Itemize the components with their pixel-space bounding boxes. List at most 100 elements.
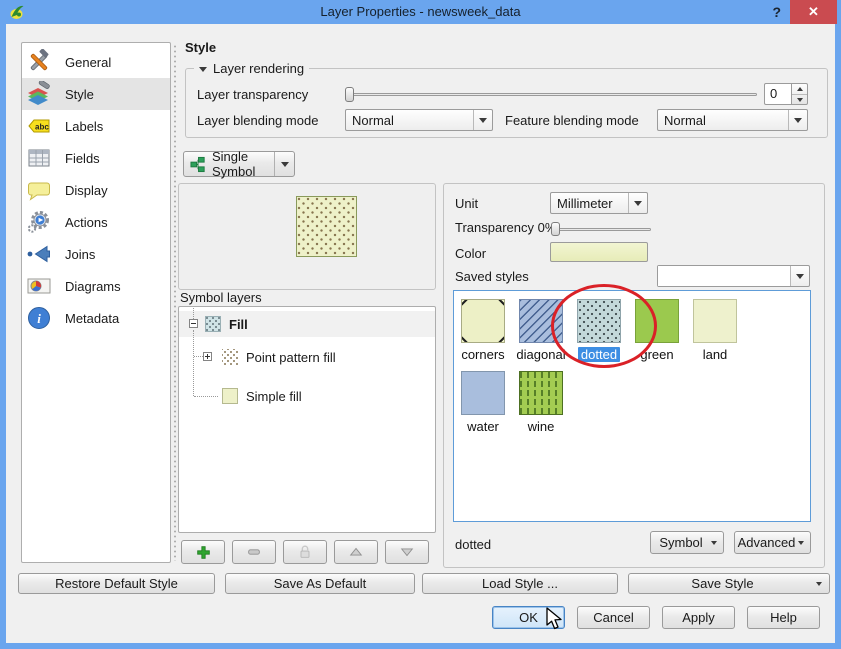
style-label-green[interactable]: green [628,347,686,362]
paintbrush-icon [28,81,50,105]
saved-styles-value [658,266,790,286]
unit-value: Millimeter [557,195,613,211]
tree-branch-line [194,356,203,357]
close-button[interactable]: ✕ [790,0,837,24]
tree-item-simple-fill[interactable]: Simple fill [246,389,302,404]
spin-down-icon [796,98,803,102]
tree-item-fill[interactable]: Fill [229,317,248,332]
sidebar-item-display[interactable]: Display [22,174,170,206]
gear-play-icon [27,211,49,233]
style-label-dotted[interactable]: dotted [570,347,628,362]
sidebar-item-actions[interactable]: Actions [22,206,170,238]
chevron-down-icon [473,110,492,130]
sidebar-item-label: Fields [65,150,100,166]
chevron-down-icon [790,266,809,286]
tree-item-point-pattern-fill[interactable]: Point pattern fill [246,350,336,365]
layer-blending-select[interactable]: Normal [345,109,493,131]
style-label-water[interactable]: water [454,419,512,434]
single-symbol-icon [190,156,205,172]
lock-symbol-layer-button[interactable] [283,540,327,564]
diagram-icon [27,278,51,294]
move-up-button[interactable] [334,540,378,564]
sidebar-item-label: Metadata [65,310,120,326]
style-swatch-water[interactable] [461,371,505,415]
sidebar-item-metadata[interactable]: i Metadata [22,302,170,334]
spin-down-button[interactable] [792,95,807,105]
spin-up-icon [796,87,803,91]
svg-text:abc: abc [35,123,49,132]
window-title: Layer Properties - newsweek_data [320,4,521,19]
unit-select[interactable]: Millimeter [550,192,648,214]
symbol-transparency-slider[interactable] [551,228,651,231]
tree-branch-line [193,308,194,319]
symbol-menu-button[interactable]: Symbol [650,531,724,554]
chevron-down-icon [816,581,822,586]
layer-transparency-slider[interactable] [345,93,757,96]
restore-default-style-button[interactable]: Restore Default Style [18,573,215,594]
saved-styles-select[interactable] [657,265,810,287]
save-style-label: Save Style [691,576,754,591]
feature-blending-label: Feature blending mode [505,113,639,128]
style-label-land[interactable]: land [686,347,744,362]
style-swatch-corners[interactable] [461,299,505,343]
style-label-wine[interactable]: wine [512,419,570,434]
style-swatch-dotted[interactable] [577,299,621,343]
spin-up-button[interactable] [792,84,807,95]
save-as-default-button[interactable]: Save As Default [225,573,415,594]
feature-blending-select[interactable]: Normal [657,109,808,131]
save-style-button[interactable]: Save Style [628,573,830,594]
sidebar-item-general[interactable]: General [22,46,170,78]
layer-blending-label: Layer blending mode [197,113,319,128]
sidebar-item-label: Diagrams [65,278,121,294]
renderer-select-button[interactable]: Single Symbol [183,149,295,179]
style-swatch-diagonal[interactable] [519,299,563,343]
unit-label: Unit [455,196,479,211]
chevron-down-icon [788,110,807,130]
sidebar: General Style abc Labels Fields Display … [21,42,171,563]
tree-branch-line [194,396,218,397]
color-picker-button[interactable] [550,242,648,262]
style-label-diagonal[interactable]: diagonal [512,347,570,362]
advanced-menu-button[interactable]: Advanced [734,531,811,554]
tree-collapse-expander[interactable] [189,319,198,328]
cancel-button[interactable]: Cancel [577,606,650,629]
sidebar-item-labels[interactable]: abc Labels [22,110,170,142]
style-swatch-wine[interactable] [519,371,563,415]
layer-transparency-slider-handle[interactable] [345,87,354,102]
sidebar-item-label: Style [65,86,94,102]
style-swatch-green[interactable] [635,299,679,343]
move-down-button[interactable] [385,540,429,564]
triangle-up-icon [349,547,363,556]
ok-button[interactable]: OK [492,606,565,629]
layer-rendering-legend[interactable]: Layer rendering [194,61,310,77]
lock-open-icon [300,545,310,558]
splitter-handle[interactable] [173,44,177,561]
minus-icon [248,549,260,555]
layer-rendering-legend-label: Layer rendering [213,61,305,76]
sidebar-item-style[interactable]: Style [22,78,170,110]
help-button[interactable]: Help [747,606,820,629]
load-style-button[interactable]: Load Style ... [422,573,618,594]
saved-styles-list[interactable] [453,290,811,522]
style-swatch-land[interactable] [693,299,737,343]
spinbox-arrows [792,83,808,105]
titlebar[interactable]: Layer Properties - newsweek_data ? ✕ [0,0,841,24]
sidebar-item-diagrams[interactable]: Diagrams [22,270,170,302]
symbol-layers-tree [178,306,436,533]
layer-transparency-label: Layer transparency [197,87,309,102]
add-symbol-layer-button[interactable] [181,540,225,564]
remove-symbol-layer-button[interactable] [232,540,276,564]
symbol-menu-label: Symbol [659,535,703,550]
help-titlebar-button[interactable]: ? [772,0,781,24]
chevron-down-icon [628,193,647,213]
layer-transparency-spinbox[interactable]: 0 [764,83,792,105]
sidebar-item-fields[interactable]: Fields [22,142,170,174]
tree-branch-line [193,330,194,396]
sidebar-item-joins[interactable]: Joins [22,238,170,270]
style-label-corners[interactable]: corners [454,347,512,362]
sidebar-item-label: General [65,54,112,70]
tree-expand-expander[interactable] [203,352,212,361]
apply-button[interactable]: Apply [662,606,735,629]
symbol-transparency-slider-handle[interactable] [551,222,560,236]
symbol-transparency-label: Transparency 0% [455,220,557,235]
